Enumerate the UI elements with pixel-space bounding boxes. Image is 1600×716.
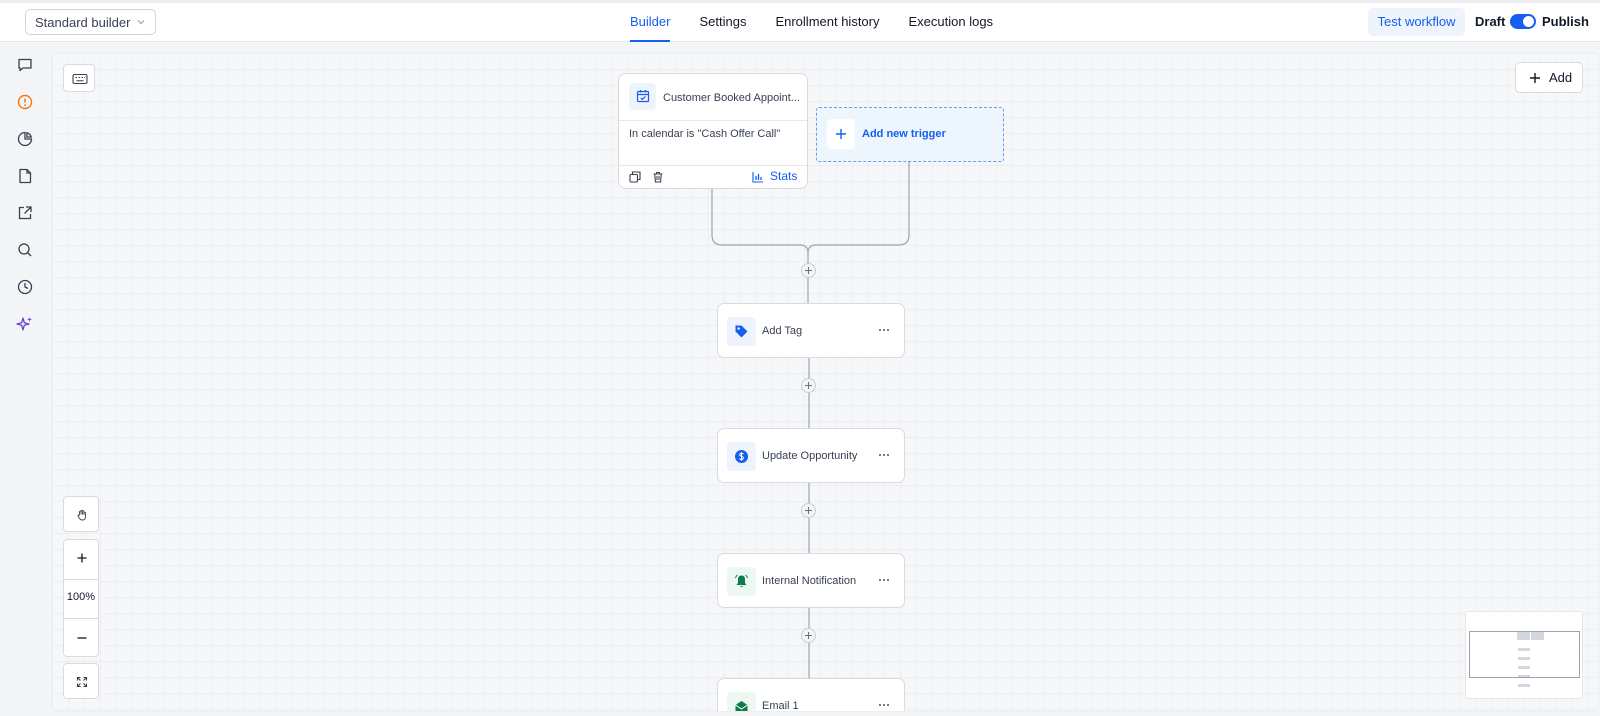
zoom-out-icon[interactable] [76, 632, 88, 644]
pie-chart-icon[interactable] [16, 130, 34, 148]
plus-icon [836, 129, 846, 139]
trigger-title: Customer Booked Appoint... [663, 92, 800, 104]
document-icon[interactable] [16, 167, 34, 185]
fit-view-button[interactable] [63, 663, 99, 699]
chevron-down-icon [137, 20, 145, 25]
action-label: Add Tag [762, 325, 803, 337]
trigger-footer: Stats [619, 165, 807, 189]
tab-execution-logs-label: Execution logs [908, 14, 994, 29]
trigger-divider [619, 120, 807, 121]
top-bar: Standard builder Builder Settings Enroll… [0, 0, 1600, 42]
bell-icon [735, 574, 748, 587]
minimap-node [1518, 684, 1530, 687]
action-icon-box [727, 442, 756, 471]
add-step-node[interactable] [801, 263, 816, 278]
builder-type-value: Standard builder [35, 15, 131, 30]
plus-icon [805, 507, 812, 514]
draft-label: Draft [1475, 14, 1506, 29]
zoom-controls: 100% [63, 539, 99, 657]
add-step-node[interactable] [801, 503, 816, 518]
keyboard-shortcuts-button[interactable] [63, 64, 95, 92]
action-card-update-opportunity[interactable]: Update Opportunity [717, 428, 905, 483]
hand-icon [77, 509, 86, 521]
test-workflow-button[interactable]: Test workflow [1368, 8, 1465, 36]
action-card-email[interactable]: Email 1 [717, 678, 905, 712]
add-step-node[interactable] [801, 628, 816, 643]
calendar-check-icon [636, 90, 650, 103]
more-options-icon[interactable] [878, 576, 890, 584]
search-icon[interactable] [16, 241, 34, 259]
add-step-node[interactable] [801, 378, 816, 393]
bar-chart-icon [752, 172, 763, 183]
plus-icon [1530, 73, 1540, 83]
add-button-label: Add [1549, 70, 1573, 85]
add-new-trigger[interactable]: Add new trigger [816, 107, 1004, 162]
zoom-level: 100% [66, 591, 96, 603]
action-icon-box [727, 317, 756, 346]
action-label: Update Opportunity [762, 450, 858, 462]
action-icon-box [727, 567, 756, 596]
plus-icon [805, 382, 812, 389]
sparkles-icon[interactable] [16, 315, 34, 333]
builder-type-select[interactable]: Standard builder [25, 9, 156, 35]
expand-icon [76, 676, 88, 688]
chat-icon[interactable] [16, 56, 34, 74]
left-sidebar [0, 42, 50, 716]
action-icon-box [727, 692, 756, 711]
zoom-divider [64, 618, 98, 619]
action-label: Email 1 [762, 700, 799, 712]
trigger-card[interactable]: Customer Booked Appoint... In calendar i… [618, 73, 808, 189]
tab-builder-label: Builder [630, 14, 671, 29]
dollar-icon [735, 450, 748, 463]
add-button[interactable]: Add [1515, 62, 1583, 93]
more-options-icon[interactable] [878, 451, 890, 459]
tab-settings[interactable]: Settings [699, 3, 746, 42]
plus-icon [805, 632, 812, 639]
tag-icon [735, 325, 748, 338]
external-link-icon[interactable] [16, 204, 34, 222]
action-label: Internal Notification [762, 575, 857, 587]
minimap-viewport[interactable] [1469, 631, 1580, 678]
tab-execution-logs[interactable]: Execution logs [909, 3, 994, 42]
add-trigger-plus-box [827, 119, 855, 149]
tab-settings-label: Settings [699, 14, 747, 29]
toggle-knob [1523, 16, 1534, 27]
trash-icon[interactable] [652, 171, 664, 183]
alert-icon[interactable] [16, 93, 34, 111]
action-card-internal-notification[interactable]: Internal Notification [717, 553, 905, 608]
more-options-icon[interactable] [878, 701, 890, 709]
tab-builder[interactable]: Builder [630, 3, 671, 42]
tab-enrollment-history[interactable]: Enrollment history [775, 3, 879, 42]
trigger-condition: In calendar is "Cash Offer Call" [629, 128, 781, 140]
minimap[interactable] [1465, 611, 1583, 699]
tab-bar: Builder Settings Enrollment history Exec… [630, 3, 1022, 42]
workflow-canvas[interactable]: Add Customer Booked Appoint... In calend… [51, 52, 1599, 712]
stats-label: Stats [770, 169, 798, 183]
plus-icon [805, 267, 812, 274]
tab-enrollment-history-label: Enrollment history [775, 14, 880, 29]
calendar-icon-box [629, 83, 656, 110]
add-trigger-label: Add new trigger [862, 128, 946, 140]
more-options-icon[interactable] [878, 326, 890, 334]
stats-button[interactable]: Stats [752, 169, 797, 183]
action-card-add-tag[interactable]: Add Tag [717, 303, 905, 358]
history-icon[interactable] [16, 278, 34, 296]
publish-toggle[interactable] [1510, 14, 1536, 29]
zoom-divider [64, 579, 98, 580]
publish-label: Publish [1542, 14, 1589, 29]
copy-icon[interactable] [629, 171, 641, 183]
zoom-in-icon[interactable] [76, 552, 88, 564]
keyboard-icon [72, 73, 88, 85]
email-icon [735, 701, 748, 711]
pan-tool-button[interactable] [63, 496, 99, 532]
